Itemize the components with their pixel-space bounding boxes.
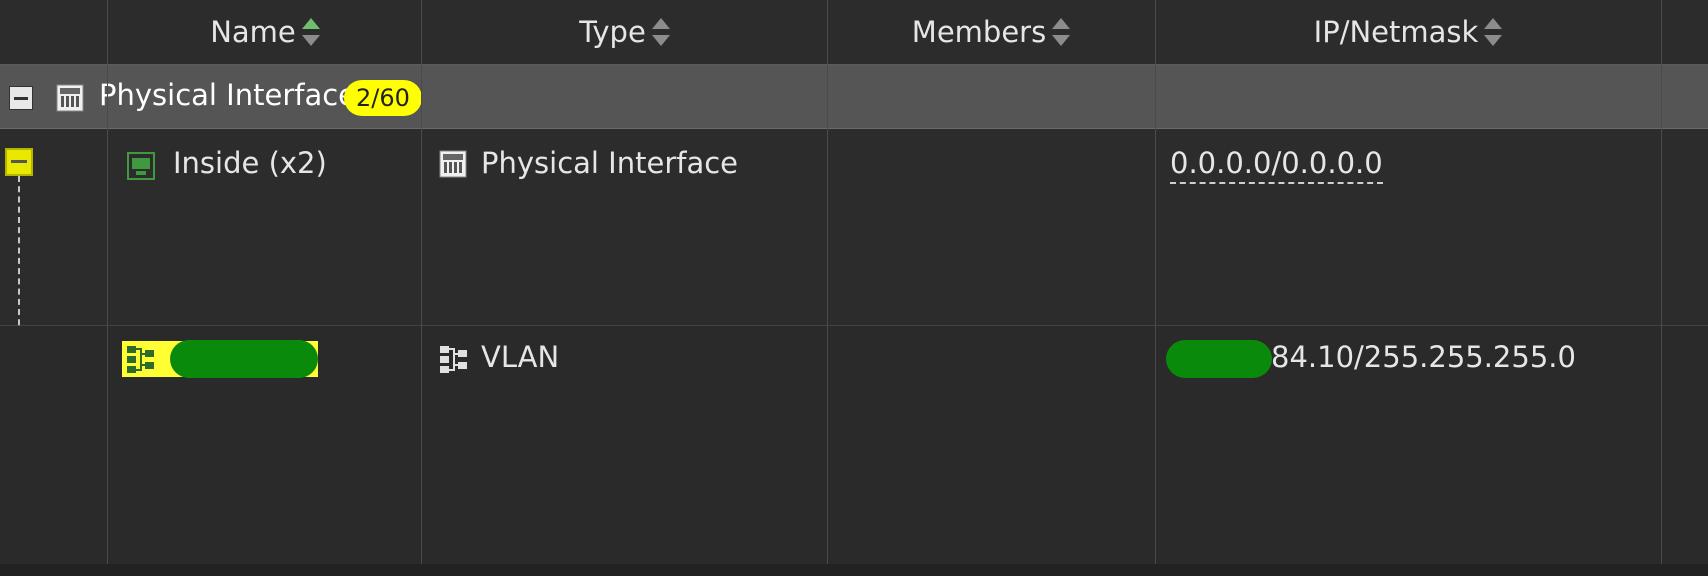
table-header: Name Type Members IP/Netmask bbox=[0, 0, 1708, 66]
sort-asc-icon[interactable] bbox=[301, 17, 320, 47]
port-icon bbox=[127, 152, 155, 184]
column-header-ip-netmask-label: IP/Netmask bbox=[1313, 15, 1479, 49]
sort-icon[interactable] bbox=[1052, 17, 1071, 47]
column-header-name-label: Name bbox=[210, 15, 296, 49]
sort-icon[interactable] bbox=[651, 17, 670, 47]
group-count-badge: 2/60 bbox=[344, 80, 422, 116]
column-header-members-label: Members bbox=[911, 15, 1047, 49]
row-ip-netmask[interactable]: 0.0.0.0/0.0.0.0 bbox=[1170, 146, 1383, 184]
row-ip-netmask[interactable]: 84.10/255.255.255.0 bbox=[1271, 340, 1576, 374]
redacted-name bbox=[170, 340, 318, 378]
column-header-ip-netmask[interactable]: IP/Netmask bbox=[1155, 0, 1661, 64]
column-header-members[interactable]: Members bbox=[827, 0, 1155, 64]
column-header-type-label: Type bbox=[579, 15, 646, 49]
row-name[interactable]: Inside (x2) bbox=[173, 146, 327, 180]
column-header-type[interactable]: Type bbox=[422, 0, 827, 64]
group-title: Physical Interface bbox=[99, 78, 357, 112]
column-divider bbox=[1661, 0, 1662, 564]
column-divider bbox=[421, 0, 422, 564]
row-type: Physical Interface bbox=[481, 146, 739, 180]
redacted-ip-prefix bbox=[1166, 340, 1272, 378]
column-header-name[interactable]: Name bbox=[108, 0, 422, 64]
row-type: VLAN bbox=[481, 340, 560, 374]
physical-interface-icon bbox=[56, 84, 84, 116]
physical-interface-icon bbox=[439, 150, 467, 182]
column-divider bbox=[827, 0, 828, 564]
column-divider bbox=[1155, 0, 1156, 564]
row-collapse-button[interactable] bbox=[5, 148, 33, 176]
table-footer bbox=[0, 564, 1708, 576]
vlan-icon bbox=[438, 344, 470, 380]
sort-icon[interactable] bbox=[1484, 17, 1503, 47]
column-divider bbox=[107, 0, 108, 564]
group-collapse-button[interactable] bbox=[9, 86, 33, 110]
vlan-icon bbox=[125, 344, 157, 380]
